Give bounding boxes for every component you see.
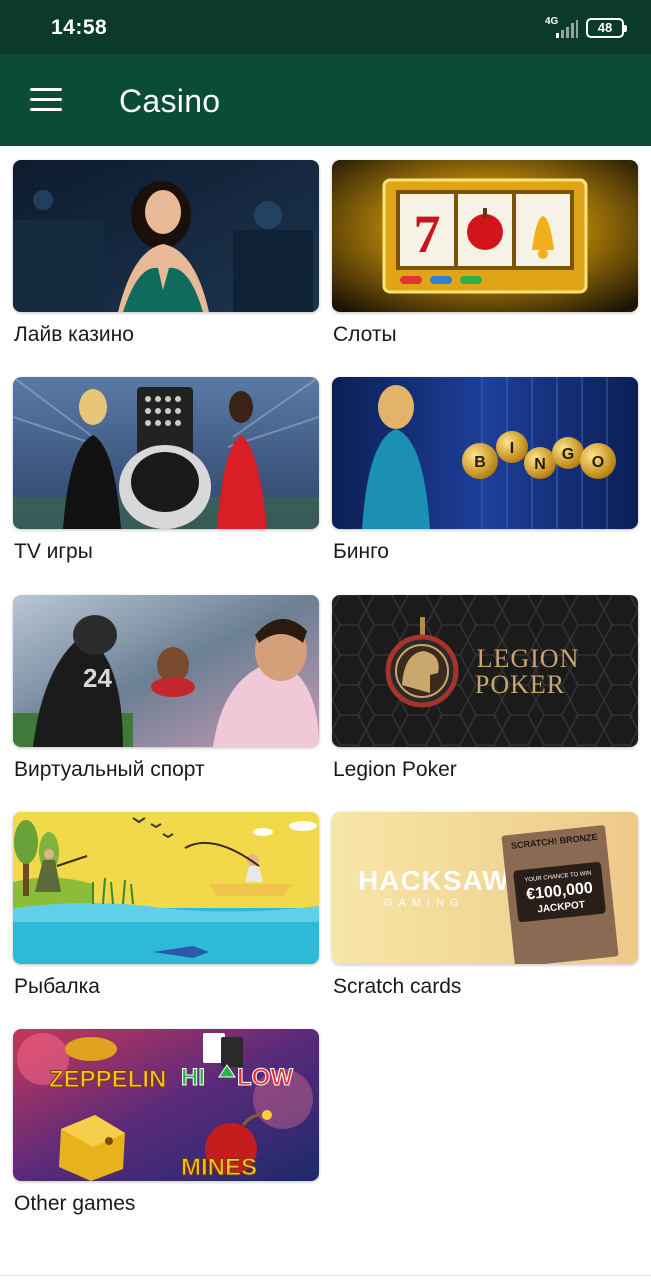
virtual-sports-image[interactable]: 24 bbox=[13, 595, 319, 747]
hi-logo-text: HI bbox=[181, 1064, 205, 1091]
tile-bingo[interactable]: B I N G O Бинго bbox=[332, 377, 638, 577]
bingo-ball-i: I bbox=[510, 440, 514, 457]
bingo-ball-g: G bbox=[562, 446, 574, 463]
tile-label[interactable]: Виртуальный спорт bbox=[14, 758, 205, 782]
other-games-image[interactable]: ZEPPELIN HI LOW MINES bbox=[13, 1029, 319, 1181]
battery-icon: 48 bbox=[586, 18, 627, 38]
poker-logo-text: POKER bbox=[475, 670, 565, 699]
zeppelin-logo-text: ZEPPELIN bbox=[49, 1066, 166, 1093]
gaming-logo-text: GAMING bbox=[384, 897, 465, 909]
status-bar: 14:58 4G 48 bbox=[0, 0, 651, 54]
legion-logo-text: LEGION bbox=[477, 644, 580, 673]
bingo-ball-o: O bbox=[592, 454, 604, 471]
mines-logo-text: MINES bbox=[181, 1154, 257, 1181]
bingo-ball-b: B bbox=[474, 454, 486, 471]
tile-slots[interactable]: 7 Слоты bbox=[332, 160, 638, 360]
status-time: 14:58 bbox=[51, 16, 108, 39]
low-logo-text: LOW bbox=[237, 1064, 293, 1091]
live-casino-image[interactable] bbox=[13, 160, 319, 312]
page-title: Casino bbox=[119, 83, 221, 119]
tile-scratch-cards[interactable]: HACKSAW GAMING SCRATCH! BRONZE YOUR CHAN… bbox=[332, 812, 638, 1012]
jersey-number: 24 bbox=[83, 663, 112, 693]
tile-virtual-sports[interactable]: 24 Виртуальный спорт bbox=[13, 595, 319, 795]
tile-label[interactable]: Рыбалка bbox=[14, 975, 100, 999]
tile-fishing[interactable]: Рыбалка bbox=[13, 812, 319, 1012]
tile-live-casino[interactable]: Лайв казино bbox=[13, 160, 319, 360]
app-bar: Casino bbox=[0, 54, 651, 146]
tile-label[interactable]: Бинго bbox=[333, 540, 389, 564]
tile-label[interactable]: Слоты bbox=[333, 323, 397, 347]
tile-tv-games[interactable]: TV игры bbox=[13, 377, 319, 577]
bingo-image[interactable]: B I N G O bbox=[332, 377, 638, 529]
battery-level: 48 bbox=[597, 20, 613, 35]
tv-games-image[interactable] bbox=[13, 377, 319, 529]
slots-image[interactable]: 7 bbox=[332, 160, 638, 312]
tile-label[interactable]: TV игры bbox=[14, 540, 93, 564]
tile-legion-poker[interactable]: LEGION POKER Legion Poker bbox=[332, 595, 638, 795]
tile-label[interactable]: Legion Poker bbox=[333, 758, 457, 782]
bingo-ball-n: N bbox=[534, 456, 546, 473]
tile-other-games[interactable]: ZEPPELIN HI LOW MINES Other games bbox=[13, 1029, 319, 1229]
tile-label[interactable]: Other games bbox=[14, 1192, 135, 1216]
hamburger-menu-icon[interactable] bbox=[24, 82, 68, 118]
divider bbox=[0, 1275, 651, 1276]
tile-label[interactable]: Scratch cards bbox=[333, 975, 461, 999]
scratch-cards-image[interactable]: HACKSAW GAMING SCRATCH! BRONZE YOUR CHAN… bbox=[332, 812, 638, 964]
hacksaw-logo-text: HACKSAW bbox=[358, 865, 510, 896]
signal-strength-icon bbox=[556, 20, 578, 38]
legion-poker-image[interactable]: LEGION POKER bbox=[332, 595, 638, 747]
fishing-image[interactable] bbox=[13, 812, 319, 964]
tile-label[interactable]: Лайв казино bbox=[14, 323, 134, 347]
slot-seven-symbol: 7 bbox=[414, 204, 441, 264]
